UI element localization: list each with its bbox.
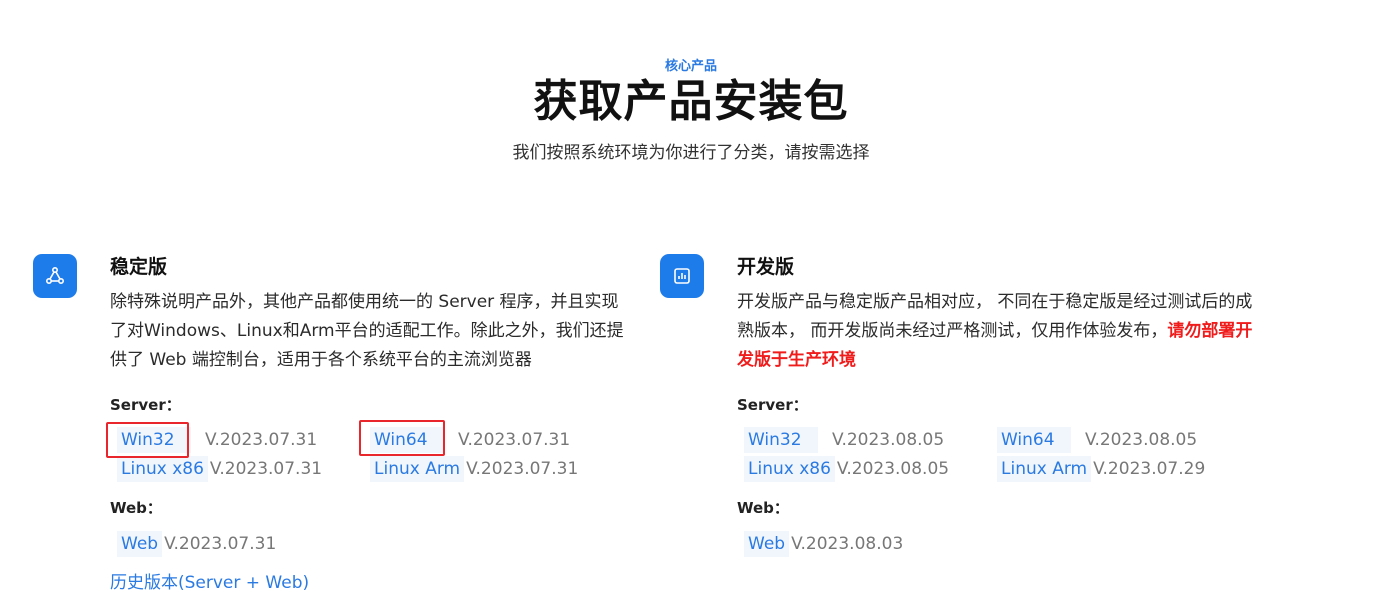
web-section-label: Web：: [110, 499, 162, 517]
stable-title: 稳定版: [110, 256, 168, 278]
page-title: 获取产品安装包: [533, 76, 849, 127]
download-link-linux-x86[interactable]: Linux x86: [117, 456, 208, 482]
download-item: Linux Arm V.2023.07.31: [363, 456, 616, 482]
dev-description: 开发版产品与稳定版产品相对应， 不同在于稳定版是经过测试后的成熟版本， 而开发版…: [737, 288, 1257, 375]
web-downloads-row: Web V.2023.07.31: [110, 531, 363, 557]
download-item: Web V.2023.08.03: [737, 531, 990, 557]
chart-icon: [660, 254, 704, 298]
download-link-linux-x86[interactable]: Linux x86: [744, 456, 835, 482]
version-text: V.2023.08.05: [1085, 430, 1198, 450]
dev-title: 开发版: [737, 256, 795, 278]
version-text: V.2023.08.05: [832, 430, 945, 450]
version-text: V.2023.07.31: [164, 534, 277, 554]
server-downloads-row: Win32 V.2023.07.31 Win64 V.2023.07.31: [110, 427, 616, 453]
download-link-linux-arm[interactable]: Linux Arm: [997, 456, 1092, 482]
server-downloads-row: Linux x86 V.2023.08.05 Linux Arm V.2023.…: [737, 456, 1243, 482]
version-text: V.2023.08.05: [836, 459, 950, 479]
download-link-web[interactable]: Web: [117, 531, 163, 557]
version-text: V.2023.07.31: [466, 459, 579, 479]
download-link-web[interactable]: Web: [744, 531, 790, 557]
stable-description: 除特殊说明产品外，其他产品都使用统一的 Server 程序，并且实现了对Wind…: [110, 292, 624, 370]
download-item: Win32 V.2023.08.05: [737, 427, 990, 453]
version-text: V.2023.07.29: [1093, 459, 1206, 479]
version-text: V.2023.07.31: [209, 459, 323, 479]
web-section-label: Web：: [737, 499, 789, 517]
download-link-win64[interactable]: Win64: [370, 427, 444, 453]
version-text: V.2023.07.31: [458, 430, 571, 450]
download-item: Win64 V.2023.08.05: [990, 427, 1243, 453]
download-link-win64[interactable]: Win64: [997, 427, 1071, 453]
download-link-linux-arm[interactable]: Linux Arm: [370, 456, 465, 482]
download-item: Linux Arm V.2023.07.29: [990, 456, 1243, 482]
download-item: Linux x86 V.2023.08.05: [737, 456, 990, 482]
server-section-label: Server：: [110, 396, 181, 414]
version-text: V.2023.08.03: [791, 534, 904, 554]
download-item: Web V.2023.07.31: [110, 531, 363, 557]
download-item: Linux x86 V.2023.07.31: [110, 456, 363, 482]
history-versions-link[interactable]: 历史版本(Server + Web): [110, 568, 309, 593]
version-text: V.2023.07.31: [205, 430, 318, 450]
download-link-win32[interactable]: Win32: [744, 427, 818, 453]
server-section-label: Server：: [737, 396, 808, 414]
download-item: Win64 V.2023.07.31: [363, 427, 616, 453]
download-link-win32[interactable]: Win32: [117, 427, 191, 453]
page-subtitle: 我们按照系统环境为你进行了分类，请按需选择: [512, 143, 870, 163]
server-downloads-row: Linux x86 V.2023.07.31 Linux Arm V.2023.…: [110, 456, 616, 482]
network-nodes-icon: [33, 254, 77, 298]
server-downloads-row: Win32 V.2023.08.05 Win64 V.2023.08.05: [737, 427, 1243, 453]
web-downloads-row: Web V.2023.08.03: [737, 531, 990, 557]
download-item: Win32 V.2023.07.31: [110, 427, 363, 453]
